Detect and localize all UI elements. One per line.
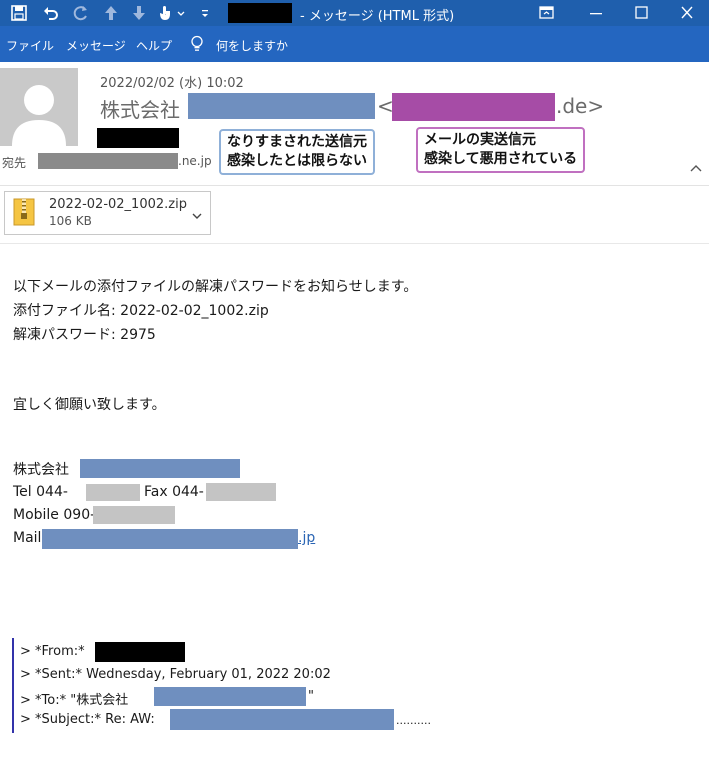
menu-message[interactable]: メッセージ <box>66 37 126 54</box>
maximize-icon[interactable] <box>622 0 662 26</box>
touch-mode-dropdown-icon[interactable] <box>176 4 186 22</box>
title-bar: - メッセージ (HTML 形式) <box>0 0 709 26</box>
redacted-sender-email <box>392 93 555 121</box>
to-label: 宛先 <box>2 156 27 170</box>
signature-tel: Tel 044- <box>13 484 68 500</box>
redacted-mobile <box>93 506 175 524</box>
menu-file[interactable]: ファイル <box>6 37 54 54</box>
quote-subject-ellipsis: .......... <box>396 714 431 727</box>
undo-icon[interactable] <box>42 4 60 22</box>
body-line-2: 添付ファイル名: 2022-02-02_1002.zip <box>13 303 269 319</box>
redo-icon[interactable] <box>72 4 90 22</box>
quote-to: > *To:* "株式会社 <box>20 693 129 708</box>
attachment-size: 106 KB <box>49 214 92 228</box>
signature-mail: Mail <box>13 530 42 546</box>
quote-from: > *From:* <box>20 644 85 659</box>
callout-spoofed-sender: なりすまされた送信元 感染したとは限らない <box>219 129 375 175</box>
callout-left-line1: なりすまされた送信元 <box>227 134 367 150</box>
signature-mobile: Mobile 090- <box>13 507 96 523</box>
callout-right-line2: 感染して悪用されている <box>424 151 578 167</box>
signature-company: 株式会社 <box>13 462 69 478</box>
mail-link[interactable]: .jp <box>298 530 315 546</box>
quote-bar <box>12 638 14 733</box>
tell-me-search[interactable]: 何をしますか <box>216 37 288 54</box>
redacted-subject <box>228 3 292 23</box>
down-arrow-icon[interactable] <box>130 4 148 22</box>
minimize-icon[interactable] <box>576 0 616 26</box>
window-title: - メッセージ (HTML 形式) <box>300 9 455 24</box>
body-line-3: 解凍パスワード: 2975 <box>13 327 156 343</box>
chevron-down-icon[interactable] <box>191 206 203 219</box>
menu-help[interactable]: ヘルプ <box>136 37 172 54</box>
up-arrow-icon[interactable] <box>102 4 120 22</box>
attachment-name: 2022-02-02_1002.zip <box>49 197 187 212</box>
signature-fax: Fax 044- <box>144 484 204 500</box>
restore-ribbon-icon[interactable] <box>526 0 566 26</box>
redacted-signature-company <box>80 459 240 478</box>
close-icon[interactable] <box>667 0 707 26</box>
quote-subject: > *Subject:* Re: AW: <box>20 712 155 727</box>
redacted-from <box>95 642 185 662</box>
sender-company-prefix: 株式会社 <box>100 98 180 122</box>
lightbulb-icon[interactable] <box>190 35 204 53</box>
body-greeting: 宜しく御願い致します。 <box>13 397 166 413</box>
callout-actual-sender: メールの実送信元 感染して悪用されている <box>416 127 586 173</box>
redacted-recipient <box>38 153 178 169</box>
sender-email-domain: .de> <box>556 94 605 118</box>
save-icon[interactable] <box>10 4 28 22</box>
redacted-to <box>154 687 306 706</box>
quote-to-close: " <box>308 689 314 704</box>
sent-date: 2022/02/02 (水) 10:02 <box>100 76 244 91</box>
zip-file-icon <box>13 198 35 226</box>
attachment-chip[interactable]: 2022-02-02_1002.zip 106 KB <box>4 191 211 235</box>
menu-bar: ファイル メッセージ ヘルプ 何をしますか <box>0 26 709 62</box>
redacted-sender-name <box>188 93 375 119</box>
divider <box>0 243 709 244</box>
callout-left-line2: 感染したとは限らない <box>227 153 367 169</box>
touch-mode-icon[interactable] <box>156 4 174 22</box>
redacted-mail <box>42 529 298 549</box>
redacted-sender-display <box>97 128 179 148</box>
divider <box>0 185 709 186</box>
customize-dropdown-icon[interactable] <box>200 4 210 22</box>
body-line-1: 以下メールの添付ファイルの解凍パスワードをお知らせします。 <box>13 279 418 295</box>
callout-right-line1: メールの実送信元 <box>424 132 536 148</box>
avatar <box>0 68 78 146</box>
redacted-fax <box>206 483 276 501</box>
redacted-tel <box>86 484 140 501</box>
redacted-subject-body <box>170 709 394 730</box>
recipient-domain: .ne.jp <box>178 154 212 168</box>
quote-sent: > *Sent:* Wednesday, February 01, 2022 2… <box>20 667 331 682</box>
chevron-up-icon[interactable] <box>689 158 703 172</box>
